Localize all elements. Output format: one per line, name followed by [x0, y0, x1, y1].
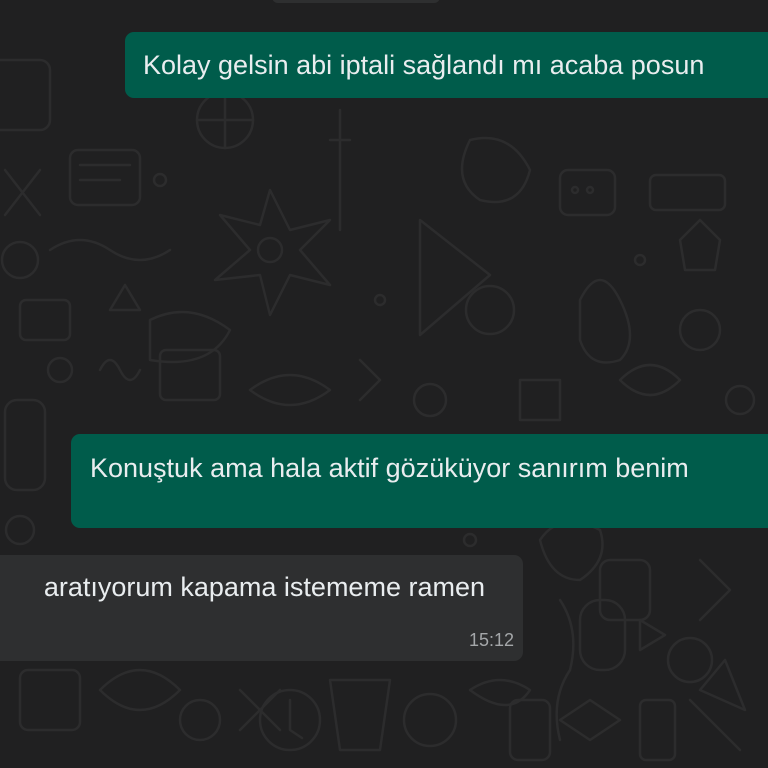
message-timestamp: 15:12 [468, 630, 514, 650]
message-bubble-outgoing[interactable]: Kolay gelsin abi iptali sağlandı mı acab… [125, 32, 768, 98]
message-bubble-outgoing[interactable]: Konuştuk ama hala aktif gözüküyor sanırı… [71, 434, 768, 528]
message-bubble-incoming[interactable]: aratıyorum kapama istememe ramen 15:12 [0, 555, 523, 661]
message-text: aratıyorum kapama istememe ramen [43, 572, 485, 602]
message-text: Kolay gelsin abi iptali sağlandı mı acab… [143, 50, 705, 80]
previous-message-edge [272, 0, 440, 3]
chat-area[interactable]: Kolay gelsin abi iptali sağlandı mı acab… [0, 0, 768, 768]
message-text: Konuştuk ama hala aktif gözüküyor sanırı… [90, 453, 689, 483]
